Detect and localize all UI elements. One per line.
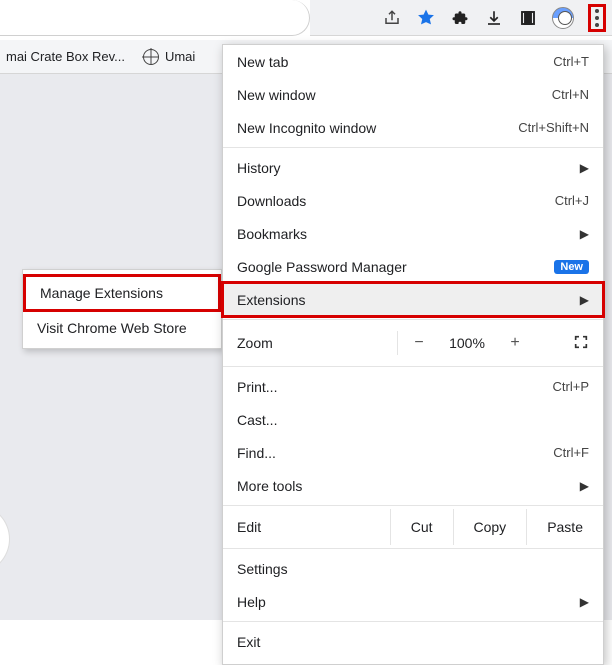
omnibox[interactable] [0, 0, 310, 36]
submenu-manage-extensions[interactable]: Manage Extensions [23, 274, 221, 312]
menu-label: New tab [237, 54, 553, 70]
menu-label: Downloads [237, 193, 555, 209]
submenu-chrome-web-store[interactable]: Visit Chrome Web Store [23, 312, 221, 344]
extensions-puzzle-icon[interactable] [450, 8, 470, 28]
menu-cast[interactable]: Cast... [223, 403, 603, 436]
chevron-right-icon: ▶ [580, 227, 589, 241]
menu-separator [223, 548, 603, 549]
menu-label: Cast... [237, 412, 589, 428]
menu-separator [223, 319, 603, 320]
menu-label: History [237, 160, 572, 176]
menu-separator [223, 366, 603, 367]
profile-avatar[interactable] [552, 7, 574, 29]
menu-help[interactable]: Help ▶ [223, 585, 603, 618]
menu-separator [223, 147, 603, 148]
menu-accelerator: Ctrl+T [553, 54, 589, 69]
menu-accelerator: Ctrl+N [552, 87, 589, 102]
menu-accelerator: Ctrl+P [553, 379, 589, 394]
zoom-out-button[interactable]: − [398, 334, 440, 352]
menu-extensions[interactable]: Extensions ▶ [223, 283, 603, 316]
submenu-label: Visit Chrome Web Store [37, 320, 187, 336]
bookmark-label: mai Crate Box Rev... [6, 49, 125, 64]
menu-downloads[interactable]: Downloads Ctrl+J [223, 184, 603, 217]
extensions-submenu: Manage Extensions Visit Chrome Web Store [22, 269, 222, 349]
bookmark-label: Umai [165, 49, 195, 64]
globe-icon [143, 49, 159, 65]
new-badge: New [554, 260, 589, 274]
menu-zoom: Zoom − 100% + [223, 323, 603, 363]
menu-new-window[interactable]: New window Ctrl+N [223, 78, 603, 111]
bookmark-item-1[interactable]: mai Crate Box Rev... [6, 49, 125, 64]
download-icon[interactable] [484, 8, 504, 28]
chevron-right-icon: ▶ [580, 293, 589, 307]
menu-accelerator: Ctrl+J [555, 193, 589, 208]
edit-label: Edit [237, 519, 390, 535]
edit-paste-button[interactable]: Paste [526, 509, 603, 545]
chevron-right-icon: ▶ [580, 161, 589, 175]
menu-label: New window [237, 87, 552, 103]
menu-password-manager[interactable]: Google Password Manager New [223, 250, 603, 283]
menu-separator [223, 505, 603, 506]
more-menu-button[interactable] [588, 4, 606, 32]
menu-label: More tools [237, 478, 572, 494]
edit-copy-label: Copy [474, 519, 507, 535]
main-menu: New tab Ctrl+T New window Ctrl+N New Inc… [222, 44, 604, 665]
menu-label: Settings [237, 561, 589, 577]
menu-label: Google Password Manager [237, 259, 548, 275]
menu-incognito[interactable]: New Incognito window Ctrl+Shift+N [223, 111, 603, 144]
menu-label: New Incognito window [237, 120, 518, 136]
bookmark-item-2[interactable]: Umai [143, 49, 195, 65]
menu-settings[interactable]: Settings [223, 552, 603, 585]
menu-more-tools[interactable]: More tools ▶ [223, 469, 603, 502]
menu-history[interactable]: History ▶ [223, 151, 603, 184]
edit-cut-label: Cut [411, 519, 433, 535]
toolbar-right [310, 0, 612, 36]
menu-label: Exit [237, 634, 589, 650]
edit-copy-button[interactable]: Copy [453, 509, 527, 545]
bookmark-star-icon[interactable] [416, 8, 436, 28]
zoom-value: 100% [440, 335, 494, 351]
zoom-label: Zoom [237, 335, 397, 351]
fullscreen-icon[interactable] [573, 334, 589, 353]
menu-print[interactable]: Print... Ctrl+P [223, 370, 603, 403]
menu-accelerator: Ctrl+Shift+N [518, 120, 589, 135]
menu-label: Help [237, 594, 572, 610]
menu-new-tab[interactable]: New tab Ctrl+T [223, 45, 603, 78]
menu-bookmarks[interactable]: Bookmarks ▶ [223, 217, 603, 250]
menu-accelerator: Ctrl+F [553, 445, 589, 460]
menu-edit-row: Edit Cut Copy Paste [223, 509, 603, 545]
menu-label: Extensions [237, 292, 572, 308]
toolbar [0, 0, 612, 40]
menu-find[interactable]: Find... Ctrl+F [223, 436, 603, 469]
edit-cut-button[interactable]: Cut [390, 509, 453, 545]
share-icon[interactable] [382, 8, 402, 28]
reader-icon[interactable] [518, 8, 538, 28]
submenu-label: Manage Extensions [40, 285, 163, 301]
menu-label: Print... [237, 379, 553, 395]
menu-separator [223, 621, 603, 622]
chevron-right-icon: ▶ [580, 479, 589, 493]
zoom-in-button[interactable]: + [494, 334, 536, 352]
chevron-right-icon: ▶ [580, 595, 589, 609]
menu-exit[interactable]: Exit [223, 625, 603, 658]
edit-paste-label: Paste [547, 519, 583, 535]
menu-label: Bookmarks [237, 226, 572, 242]
page-curve [0, 504, 10, 574]
menu-label: Find... [237, 445, 553, 461]
